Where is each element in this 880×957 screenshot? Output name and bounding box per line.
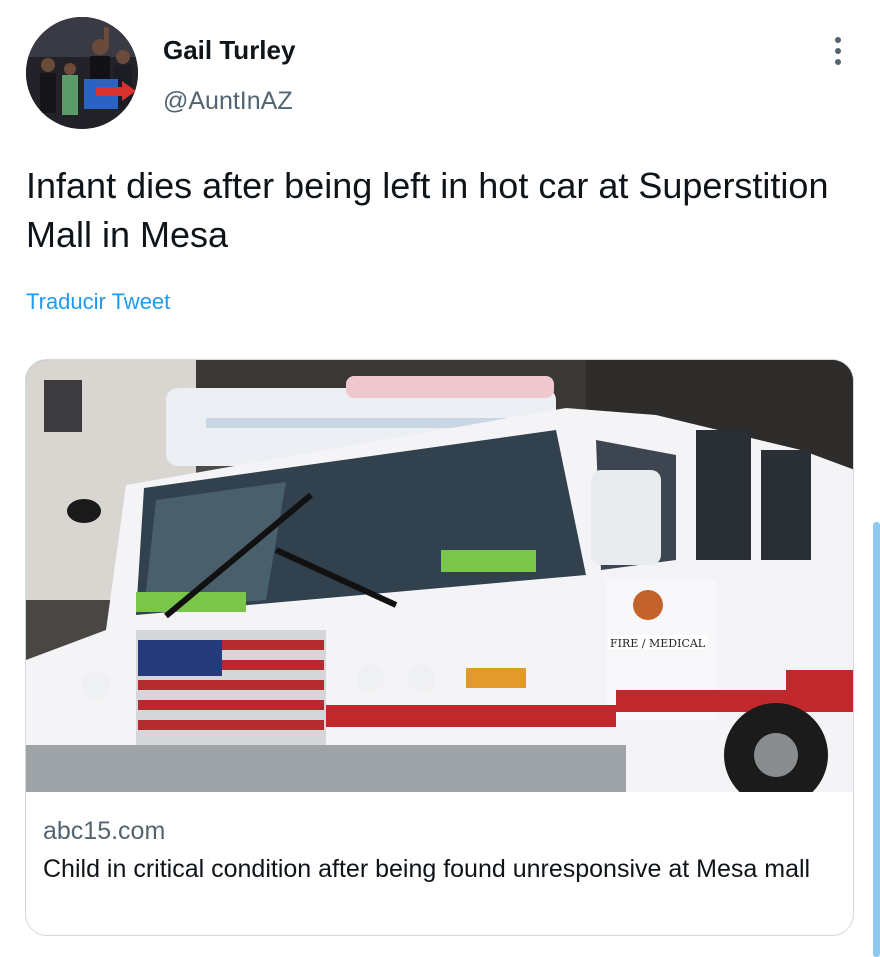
card-image[interactable]: FIRE / MEDICAL xyxy=(26,360,853,792)
svg-text:FIRE / MEDICAL: FIRE / MEDICAL xyxy=(610,637,706,650)
card-title[interactable]: Child in critical condition after being … xyxy=(43,852,843,887)
scrollbar[interactable] xyxy=(873,522,880,957)
translate-tweet-link[interactable]: Traducir Tweet xyxy=(26,287,170,317)
link-card[interactable]: FIRE / MEDICAL abc15.com Child in critic… xyxy=(25,359,854,936)
card-domain: abc15.com xyxy=(43,817,166,845)
fire-truck-image: FIRE / MEDICAL xyxy=(26,360,853,792)
handle[interactable]: @AuntInAZ xyxy=(163,85,293,117)
more-vertical-icon[interactable] xyxy=(826,34,850,68)
tweet-page: Gail Turley @AuntInAZ Infant dies after … xyxy=(0,0,880,957)
tweet-text: Infant dies after being left in hot car … xyxy=(26,165,829,255)
avatar[interactable] xyxy=(26,17,138,129)
avatar-image xyxy=(26,17,138,129)
display-name[interactable]: Gail Turley xyxy=(163,34,295,66)
